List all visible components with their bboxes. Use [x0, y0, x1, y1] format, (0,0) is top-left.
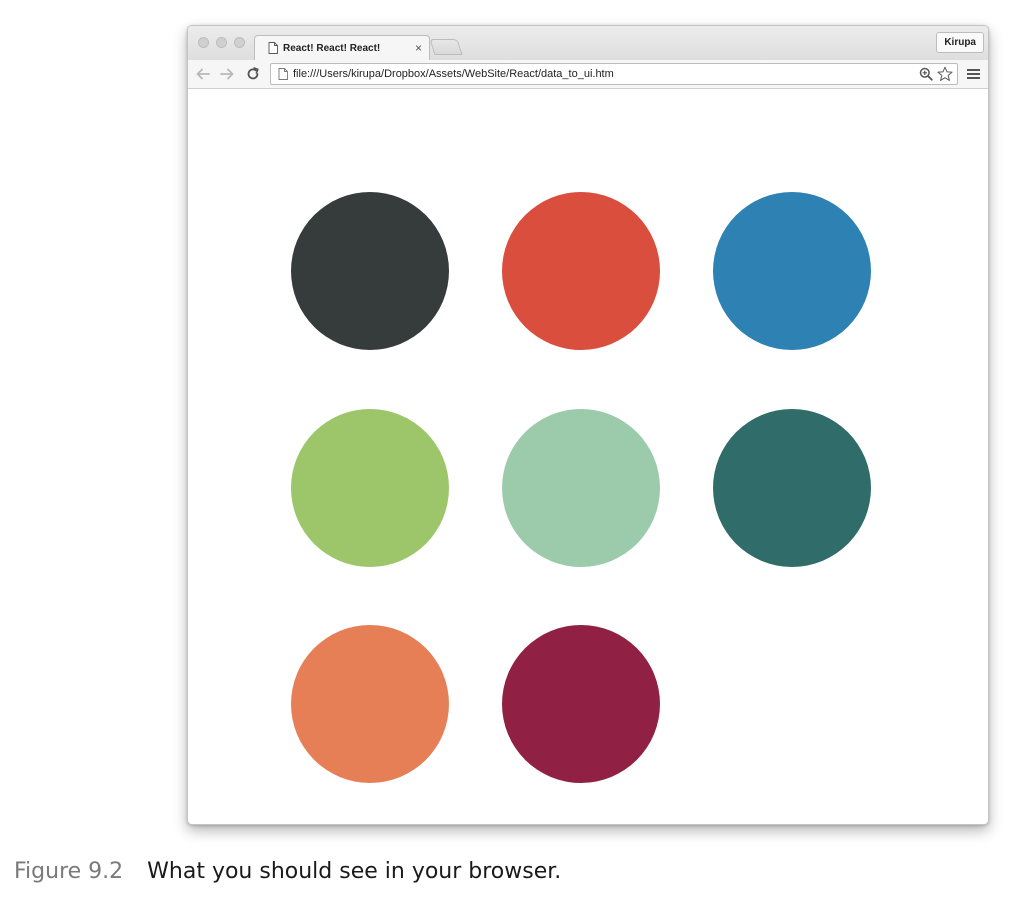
tab-title: React! React! React!: [283, 42, 381, 54]
color-circle: [713, 192, 871, 350]
tab-close-button[interactable]: ×: [415, 42, 422, 54]
window-controls: [198, 37, 245, 48]
reload-button[interactable]: [244, 65, 262, 83]
color-circle: [291, 192, 449, 350]
hamburger-menu-icon[interactable]: [967, 68, 980, 80]
color-circle: [291, 409, 449, 567]
page-icon: [268, 42, 278, 54]
star-icon[interactable]: [937, 66, 953, 82]
new-tab-button[interactable]: [429, 39, 463, 55]
back-arrow-icon: [196, 68, 210, 80]
maximize-window-button[interactable]: [234, 37, 245, 48]
color-circle: [291, 625, 449, 783]
tab-strip: React! React! React! × Kirupa: [188, 26, 988, 61]
page-content: [188, 89, 988, 824]
toolbar: file:///Users/kirupa/Dropbox/Assets/WebS…: [188, 60, 988, 89]
color-circle: [502, 192, 660, 350]
forward-button[interactable]: [218, 65, 236, 83]
zoom-icon[interactable]: [919, 67, 933, 81]
color-circle: [502, 625, 660, 783]
figure: React! React! React! × Kirupa file:///Us…: [0, 0, 1022, 900]
color-circle: [502, 409, 660, 567]
close-window-button[interactable]: [198, 37, 209, 48]
figure-label: Figure 9.2: [14, 859, 124, 884]
address-bar[interactable]: file:///Users/kirupa/Dropbox/Assets/WebS…: [270, 63, 958, 85]
profile-button[interactable]: Kirupa: [936, 32, 984, 53]
forward-arrow-icon: [220, 68, 234, 80]
page-icon: [278, 68, 288, 80]
reload-icon: [247, 67, 259, 80]
figure-caption: Figure 9.2 What you should see in your b…: [14, 859, 561, 889]
back-button[interactable]: [194, 65, 212, 83]
tab-content[interactable]: React! React! React! ×: [268, 37, 428, 59]
address-url[interactable]: file:///Users/kirupa/Dropbox/Assets/WebS…: [293, 64, 614, 84]
minimize-window-button[interactable]: [216, 37, 227, 48]
browser-window: React! React! React! × Kirupa file:///Us…: [187, 25, 989, 825]
figure-caption-text: What you should see in your browser.: [147, 859, 562, 884]
color-circle: [713, 409, 871, 567]
